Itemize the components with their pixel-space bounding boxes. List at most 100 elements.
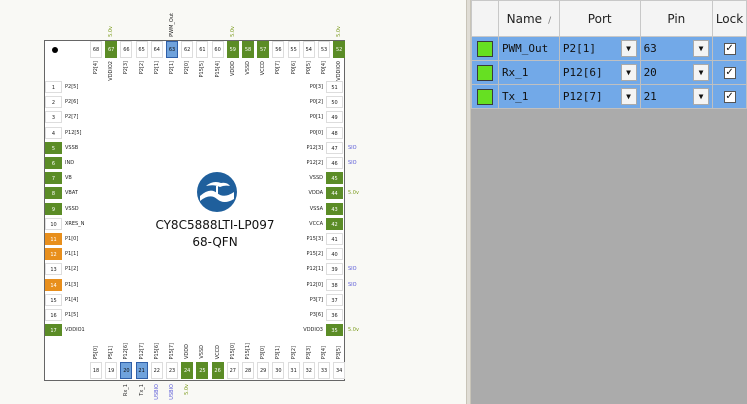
pin-number[interactable]: 16 <box>45 309 62 321</box>
table-row[interactable]: Tx_1 P12[7] ▼ 21 ▼ ✓ <box>471 84 747 109</box>
lock-checkbox[interactable]: ✓ <box>723 42 736 55</box>
pin-number[interactable]: 2 <box>45 96 62 109</box>
lock-cell: ✓ <box>712 60 747 85</box>
pin-cell[interactable]: 21 ▼ <box>639 84 714 109</box>
pin-number[interactable]: 59 <box>226 41 239 58</box>
pin-number[interactable]: 19 <box>105 362 118 379</box>
pin-number[interactable]: 67 <box>105 41 118 58</box>
pin-number[interactable]: 57 <box>257 41 270 58</box>
pin-number[interactable]: 13 <box>45 263 62 276</box>
pin-number[interactable]: 27 <box>226 362 239 379</box>
pin-number[interactable]: 15 <box>45 293 62 306</box>
pin-number[interactable]: 33 <box>318 362 330 379</box>
lock-checkbox[interactable]: ✓ <box>723 90 736 103</box>
chevron-down-icon[interactable]: ▼ <box>620 88 637 105</box>
chevron-down-icon[interactable]: ▼ <box>693 88 710 105</box>
pin-number[interactable]: 14 <box>45 278 62 291</box>
pin-number[interactable]: 68 <box>90 41 102 58</box>
pin-number[interactable]: 8 <box>45 187 62 200</box>
pin-number[interactable]: 5 <box>45 141 62 154</box>
pin-cell[interactable]: 20 ▼ <box>639 60 714 85</box>
pin-number[interactable]: 55 <box>287 41 300 58</box>
pin-number[interactable]: 52 <box>333 41 346 58</box>
pin-number[interactable]: 3 <box>45 111 62 124</box>
pin-number[interactable]: 66 <box>120 41 133 58</box>
pin-number[interactable]: 58 <box>242 41 254 58</box>
pin-number[interactable]: 23 <box>166 362 178 379</box>
color-swatch-icon <box>476 40 493 57</box>
name-cell[interactable]: PWM_Out <box>497 36 560 61</box>
pin-number[interactable]: 53 <box>318 41 330 58</box>
pin-number[interactable]: 65 <box>135 41 148 58</box>
pin-label: VCCA <box>309 220 323 227</box>
lock-checkbox[interactable]: ✓ <box>723 66 736 79</box>
pin-number[interactable]: 54 <box>302 41 315 58</box>
header-name[interactable]: Name / <box>497 0 560 37</box>
pin-number[interactable]: 45 <box>326 172 343 185</box>
pin-number[interactable]: 41 <box>326 233 343 245</box>
pin-number[interactable]: 17 <box>45 324 62 337</box>
chevron-down-icon[interactable]: ▼ <box>620 40 637 57</box>
pin-number[interactable]: 64 <box>150 41 163 58</box>
pin-number[interactable]: 35 <box>326 324 343 337</box>
name-cell[interactable]: Rx_1 <box>497 60 560 85</box>
pin-number[interactable]: 31 <box>287 362 300 379</box>
pin-number[interactable]: 37 <box>326 293 343 306</box>
table-row[interactable]: Rx_1 P12[6] ▼ 20 ▼ ✓ <box>471 60 747 85</box>
pin-number[interactable]: 48 <box>326 126 343 139</box>
pin-number[interactable]: 49 <box>326 111 343 124</box>
pin-number[interactable]: 4 <box>45 126 62 139</box>
pin-number[interactable]: 63 <box>166 41 178 58</box>
pin-cell[interactable]: 63 ▼ <box>639 36 714 61</box>
table-row[interactable]: PWM_Out P2[1] ▼ 63 ▼ ✓ <box>471 36 747 61</box>
pin-number[interactable]: 20 <box>120 362 133 379</box>
name-cell[interactable]: Tx_1 <box>497 84 560 109</box>
pin-number[interactable]: 11 <box>45 233 62 245</box>
pin-number[interactable]: 12 <box>45 248 62 261</box>
pin-number[interactable]: 30 <box>272 362 285 379</box>
pin-number[interactable]: 38 <box>326 278 343 291</box>
pin-number[interactable]: 44 <box>326 187 343 200</box>
pin-number[interactable]: 10 <box>45 217 62 230</box>
pin-number[interactable]: 7 <box>45 172 62 185</box>
chevron-down-icon[interactable]: ▼ <box>693 40 710 57</box>
pin-number[interactable]: 18 <box>90 362 102 379</box>
pin-number[interactable]: 46 <box>326 157 343 169</box>
pin-number[interactable]: 61 <box>196 41 209 58</box>
pin-number[interactable]: 34 <box>333 362 346 379</box>
pin-number[interactable]: 62 <box>181 41 194 58</box>
pin-value: 20 <box>643 66 657 79</box>
pin-number[interactable]: 47 <box>326 141 343 154</box>
pin-number[interactable]: 9 <box>45 202 62 215</box>
chevron-down-icon[interactable]: ▼ <box>693 64 710 81</box>
pin-number[interactable]: 21 <box>135 362 148 379</box>
pin-number[interactable]: 24 <box>181 362 194 379</box>
header-lock[interactable]: Lock <box>712 0 747 37</box>
pin-number[interactable]: 51 <box>326 81 343 93</box>
port-cell[interactable]: P2[1] ▼ <box>558 36 641 61</box>
header-status[interactable] <box>471 0 499 37</box>
pin-number[interactable]: 60 <box>211 41 224 58</box>
pin-number[interactable]: 25 <box>196 362 209 379</box>
pin-number[interactable]: 6 <box>45 157 62 169</box>
pin-number[interactable]: 1 <box>45 81 62 93</box>
header-pin[interactable]: Pin <box>639 0 714 37</box>
header-port[interactable]: Port <box>558 0 641 37</box>
pin-number[interactable]: 56 <box>272 41 285 58</box>
port-cell[interactable]: P12[6] ▼ <box>558 60 641 85</box>
pin-number[interactable]: 22 <box>150 362 163 379</box>
port-cell[interactable]: P12[7] ▼ <box>558 84 641 109</box>
pin-number[interactable]: 42 <box>326 217 343 230</box>
pin-number[interactable]: 32 <box>302 362 315 379</box>
pin-number[interactable]: 36 <box>326 309 343 321</box>
pin-number[interactable]: 26 <box>211 362 224 379</box>
chevron-down-icon[interactable]: ▼ <box>620 64 637 81</box>
pin-number[interactable]: 28 <box>242 362 254 379</box>
pin-number[interactable]: 50 <box>326 96 343 109</box>
pin-number[interactable]: 39 <box>326 263 343 276</box>
pin-label: P12[7] <box>138 342 145 359</box>
pin-number[interactable]: 40 <box>326 248 343 261</box>
pin-number[interactable]: 29 <box>257 362 270 379</box>
pin-label: VSSA <box>309 205 323 212</box>
pin-number[interactable]: 43 <box>326 202 343 215</box>
